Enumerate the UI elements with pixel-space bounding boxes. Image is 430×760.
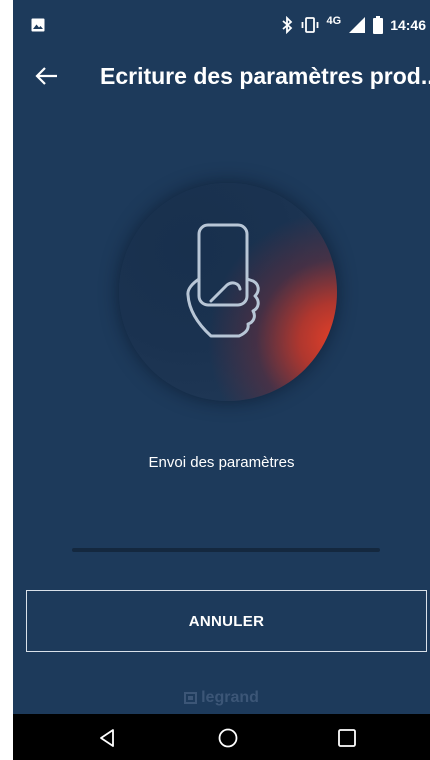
progress-label: Envoi des paramètres	[148, 454, 295, 471]
navigation-bar	[13, 714, 430, 760]
app-bar: Ecriture des paramètres prod...	[13, 50, 430, 100]
illustration	[119, 183, 337, 401]
app-screen: 4G 14:46 Ecriture des paramètres prod...	[13, 0, 430, 760]
cancel-button[interactable]: ANNULER	[26, 590, 427, 652]
progress-bar	[72, 548, 380, 552]
nav-home-icon[interactable]	[217, 727, 239, 749]
nav-recents-icon[interactable]	[336, 727, 358, 749]
battery-icon	[373, 16, 384, 34]
bluetooth-icon	[281, 16, 292, 34]
phone-in-hand-icon	[186, 223, 260, 338]
vibrate-icon	[301, 17, 318, 33]
brand-logo-text: legrand	[201, 689, 259, 706]
status-time: 14:46	[390, 17, 426, 33]
signal-icon	[349, 17, 366, 33]
nav-back-icon[interactable]	[97, 727, 119, 749]
status-icons: 4G 14:46	[281, 14, 426, 36]
status-bar: 4G 14:46	[13, 0, 430, 50]
gallery-icon	[31, 18, 45, 32]
arrow-left-icon[interactable]	[33, 62, 61, 90]
brand-logo: legrand	[13, 688, 430, 708]
legrand-logo-icon	[184, 692, 198, 704]
network-type-label: 4G	[326, 15, 342, 27]
page-title: Ecriture des paramètres prod...	[100, 63, 430, 89]
